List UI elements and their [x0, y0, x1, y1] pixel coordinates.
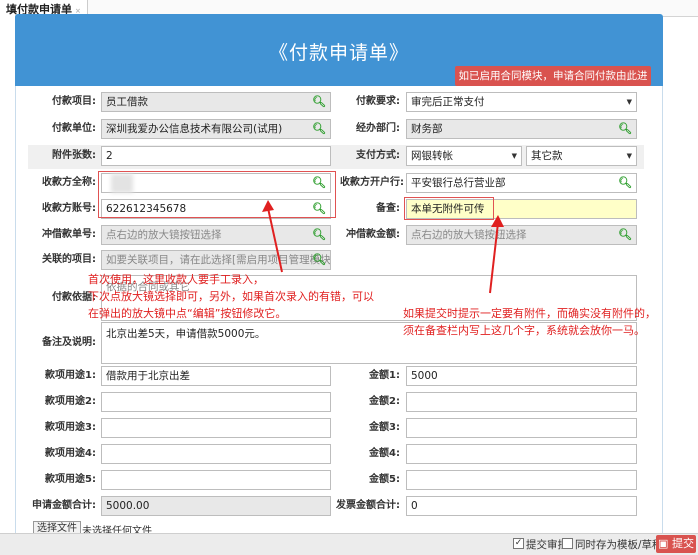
amt4-label: 金额4: — [369, 448, 400, 459]
pay-type-select[interactable]: 其它款 ▼ — [526, 146, 637, 166]
amt5-label: 金额5: — [369, 474, 400, 485]
project-placeholder: 如要关联项目，请在此选择[需启用项目管理模块] — [106, 254, 331, 266]
pay-unit-value: 深圳我爱办公信息技术有限公司(试用) — [106, 123, 283, 135]
save-icon: ▣ — [658, 537, 669, 550]
search-icon[interactable]: 🔍︎ — [618, 174, 632, 192]
total-field: 5000.00 — [101, 496, 331, 516]
save-template-label: 同时存为模板/草稿 — [575, 539, 663, 551]
search-icon[interactable]: 🔍︎ — [312, 93, 326, 111]
offset-amt-label: 冲借款金额: — [346, 229, 400, 240]
dept-value: 财务部 — [411, 123, 443, 135]
annotation-left-line1: 首次使用，这里收款人要手工录入， — [88, 273, 264, 286]
form-title: 《付款申请单》 — [268, 42, 409, 64]
pay-type-value: 其它款 — [531, 150, 563, 162]
pay-item-value: 员工借款 — [106, 96, 148, 108]
use1-input[interactable]: 借款用于北京出差 — [101, 366, 331, 386]
payee-acct-label: 收款方账号: — [42, 203, 96, 214]
chevron-down-icon: ▼ — [626, 152, 632, 160]
pay-req-label: 付款要求: — [356, 96, 400, 107]
submit-label: 提交 — [671, 537, 694, 550]
offset-amt-field[interactable]: 点右边的放大镜按钮选择 🔍︎ — [406, 225, 637, 245]
submit-review-checkbox[interactable]: ✓ — [513, 538, 524, 549]
amt2-label: 金额2: — [369, 396, 400, 407]
amt4-input[interactable] — [406, 444, 637, 464]
annotation-left-line3: 在弹出的放大镜中点“编辑”按钮修改它。 — [88, 307, 287, 320]
search-icon[interactable]: 🔍︎ — [312, 251, 326, 269]
pay-item-field[interactable]: 员工借款 🔍︎ — [101, 92, 331, 112]
use2-label: 款项用途2: — [45, 396, 96, 407]
use4-input[interactable] — [101, 444, 331, 464]
invoice-total-label: 发票金额合计: — [336, 500, 400, 511]
search-icon[interactable]: 🔍︎ — [312, 226, 326, 244]
use3-label: 款项用途3: — [45, 422, 96, 433]
payee-bank-value: 平安银行总行营业部 — [411, 177, 506, 189]
project-label: 关联的项目: — [42, 254, 96, 265]
total-label: 申请金额合计: — [32, 500, 96, 511]
use5-label: 款项用途5: — [45, 474, 96, 485]
use3-input[interactable] — [101, 418, 331, 438]
dept-label: 经办部门: — [356, 123, 400, 134]
amt5-input[interactable] — [406, 470, 637, 490]
arrow-right-annotation — [489, 215, 504, 294]
use2-input[interactable] — [101, 392, 331, 412]
amt3-label: 金额3: — [369, 422, 400, 433]
search-icon[interactable]: 🔍︎ — [618, 226, 632, 244]
search-icon[interactable]: 🔍︎ — [618, 120, 632, 138]
arrow-left-annotation — [262, 200, 283, 273]
invoice-total-input[interactable]: 0 — [406, 496, 637, 516]
offset-no-label: 冲借款单号: — [42, 229, 96, 240]
pay-req-select[interactable]: 审完后正常支付 ▼ — [406, 92, 637, 112]
annotation-right-line2: 须在备查栏内写上这几个字，系统就会放你一马。 — [403, 324, 645, 337]
chevron-down-icon: ▼ — [626, 98, 632, 106]
payee-bank-input[interactable]: 平安银行总行营业部 🔍︎ — [406, 173, 637, 193]
amt3-input[interactable] — [406, 418, 637, 438]
remark-label: 备查: — [376, 203, 400, 214]
payee-bank-label: 收款方开户行: — [340, 177, 404, 188]
offset-no-placeholder: 点右边的放大镜按钮选择 — [106, 229, 222, 241]
pay-method-select[interactable]: 网银转帐 ▼ — [406, 146, 522, 166]
use4-label: 款项用途4: — [45, 448, 96, 459]
payee-name-label: 收款方全称: — [42, 177, 96, 188]
chevron-down-icon: ▼ — [511, 152, 517, 160]
use1-label: 款项用途1: — [45, 370, 96, 381]
amt1-input[interactable]: 5000 — [406, 366, 637, 386]
offset-no-field[interactable]: 点右边的放大镜按钮选择 🔍︎ — [101, 225, 331, 245]
pay-item-label: 付款项目: — [52, 96, 96, 107]
annotation-left-line2: 下次点放大镜选择即可，另外，如果首次录入的有错，可以 — [88, 290, 374, 303]
submit-button[interactable]: ▣ 提交 — [656, 535, 696, 553]
amt2-input[interactable] — [406, 392, 637, 412]
amt1-label: 金额1: — [369, 370, 400, 381]
save-template-checkbox[interactable] — [562, 538, 573, 549]
basis-label: 付款依据: — [52, 292, 96, 303]
attach-count-input[interactable]: 2 — [101, 146, 331, 166]
project-field[interactable]: 如要关联项目，请在此选择[需启用项目管理模块] 🔍︎ — [101, 250, 331, 270]
annotation-right-line1: 如果提交时提示一定要有附件，而确实没有附件的， — [403, 307, 656, 320]
pay-unit-label: 付款单位: — [52, 123, 96, 134]
pay-method-value: 网银转帐 — [411, 150, 453, 162]
contract-payment-button[interactable]: 如已启用合同模块，申请合同付款由此进>> — [455, 66, 651, 102]
desc-label: 备注及说明: — [42, 337, 96, 348]
highlight-payee — [98, 171, 336, 218]
pay-req-value: 审完后正常支付 — [411, 96, 485, 108]
use5-input[interactable] — [101, 470, 331, 490]
attach-label: 附件张数: — [52, 150, 96, 161]
dept-field[interactable]: 财务部 🔍︎ — [406, 119, 637, 139]
pay-unit-field[interactable]: 深圳我爱办公信息技术有限公司(试用) 🔍︎ — [101, 119, 331, 139]
pay-method-label: 支付方式: — [356, 150, 400, 161]
search-icon[interactable]: 🔍︎ — [312, 120, 326, 138]
